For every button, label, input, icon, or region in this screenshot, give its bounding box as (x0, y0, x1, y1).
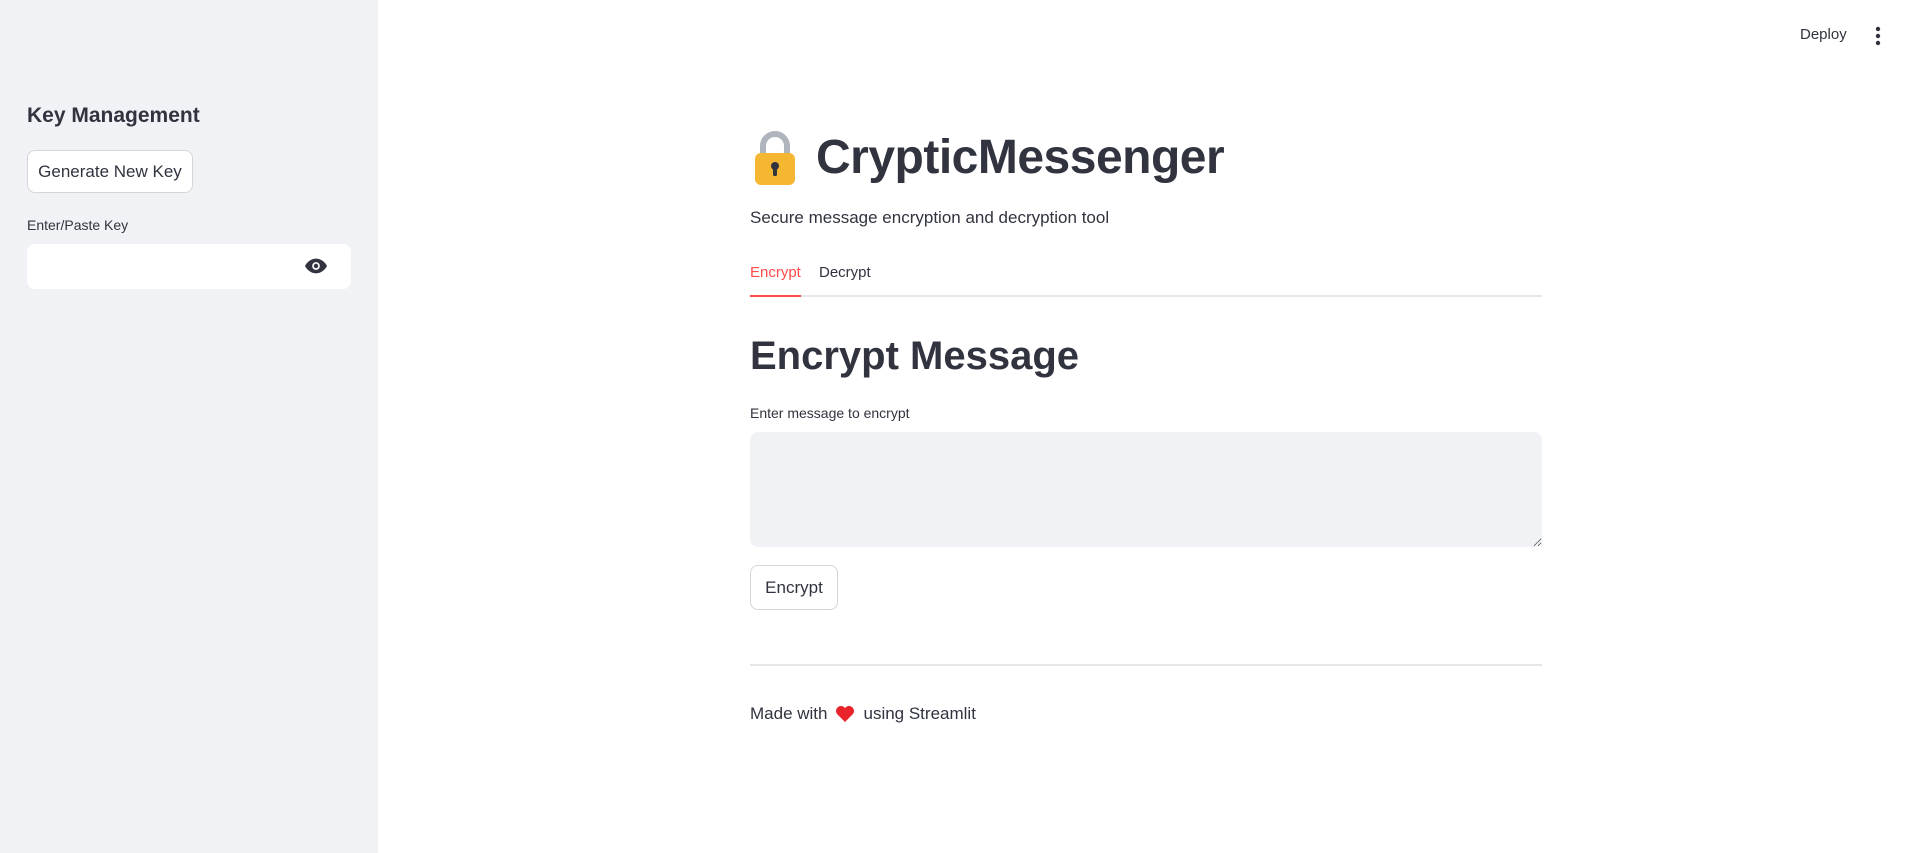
footer: Made with using Streamlit (750, 704, 976, 724)
vertical-dots-icon[interactable] (1874, 26, 1882, 46)
lock-icon (755, 130, 795, 185)
encrypt-button[interactable]: Encrypt (750, 565, 838, 610)
app-root: Key Management Generate New Key Enter/Pa… (0, 0, 1918, 853)
sidebar: Key Management Generate New Key Enter/Pa… (0, 0, 378, 853)
eye-icon[interactable] (305, 258, 327, 274)
key-input[interactable] (27, 244, 287, 289)
footer-prefix: Made with (750, 704, 828, 723)
page-title: CrypticMessenger (816, 131, 1225, 184)
footer-suffix: using Streamlit (863, 704, 976, 723)
key-input-label: Enter/Paste Key (27, 217, 129, 233)
deploy-button[interactable]: Deploy (1800, 26, 1847, 43)
message-input-label: Enter message to encrypt (750, 405, 910, 421)
section-title: Encrypt Message (750, 334, 1080, 378)
tab-decrypt[interactable]: Decrypt (819, 264, 871, 297)
sidebar-title: Key Management (27, 104, 200, 127)
generate-key-button[interactable]: Generate New Key (27, 150, 193, 193)
key-input-wrapper (27, 244, 351, 289)
tab-bar: Encrypt Decrypt (750, 264, 1542, 297)
title-row: CrypticMessenger (750, 130, 1225, 185)
divider (750, 664, 1542, 666)
tab-encrypt[interactable]: Encrypt (750, 264, 801, 297)
heart-icon (836, 706, 855, 722)
page-subtitle: Secure message encryption and decryption… (750, 208, 1110, 227)
message-textarea[interactable] (750, 432, 1542, 547)
